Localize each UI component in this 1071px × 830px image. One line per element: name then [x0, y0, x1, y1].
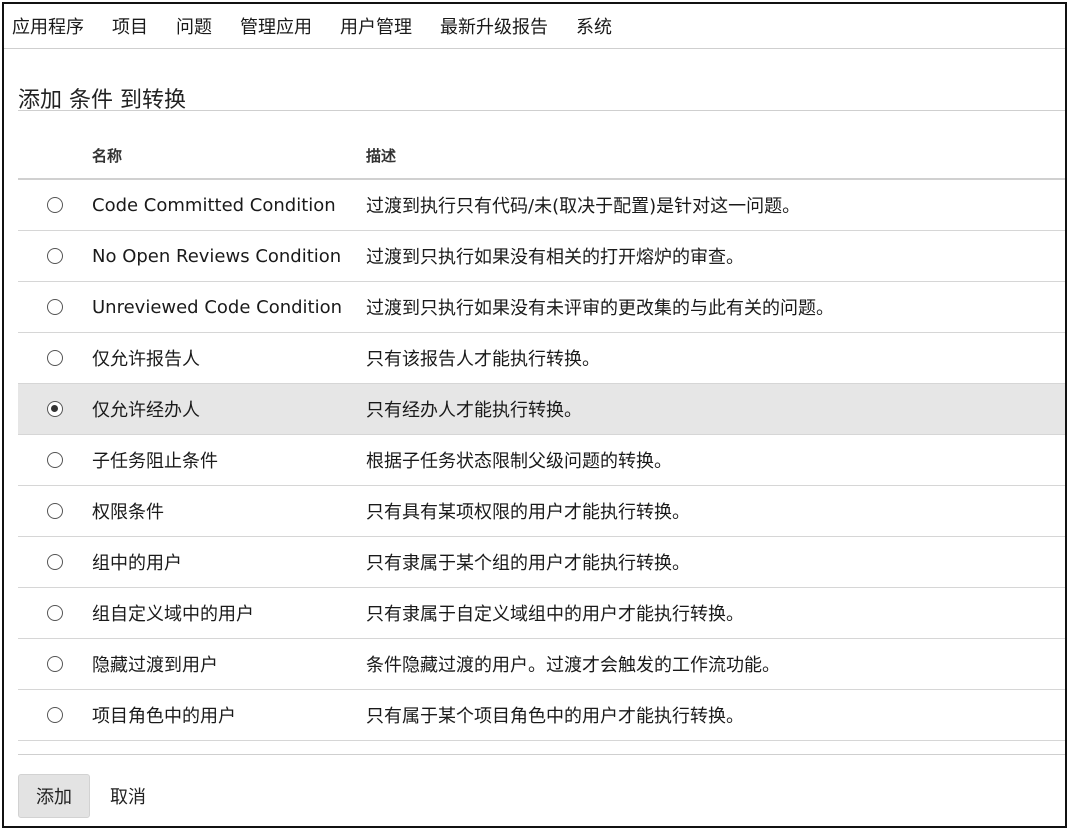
nav-item-manage-apps[interactable]: 管理应用 [240, 13, 312, 39]
condition-radio[interactable] [47, 299, 63, 315]
row-select-cell [18, 299, 92, 315]
table-row[interactable]: Code Committed Condition 过渡到执行只有代码/未(取决于配… [18, 180, 1065, 231]
window-frame: 应用程序 项目 问题 管理应用 用户管理 最新升级报告 系统 添加 条件 到转换… [2, 2, 1067, 828]
condition-name: 权限条件 [92, 502, 164, 523]
table-row[interactable]: 子任务阻止条件 根据子任务状态限制父级问题的转换。 [18, 435, 1065, 486]
form-actions: 添加 取消 [18, 774, 146, 818]
row-select-cell [18, 554, 92, 570]
table-header: 名称 描述 [18, 132, 1065, 180]
nav-item-applications[interactable]: 应用程序 [12, 13, 84, 39]
row-select-cell [18, 401, 92, 417]
condition-radio[interactable] [47, 707, 63, 723]
title-divider [18, 110, 1065, 111]
condition-name: Code Committed Condition [92, 194, 336, 216]
condition-description: 过渡到执行只有代码/未(取决于配置)是针对这一问题。 [366, 196, 801, 217]
condition-description: 过渡到只执行如果没有相关的打开熔炉的审查。 [366, 247, 744, 268]
row-select-cell [18, 503, 92, 519]
table-row[interactable]: 权限条件 只有具有某项权限的用户才能执行转换。 [18, 486, 1065, 537]
table-body: Code Committed Condition 过渡到执行只有代码/未(取决于配… [18, 180, 1065, 741]
condition-name: No Open Reviews Condition [92, 245, 342, 267]
row-select-cell [18, 248, 92, 264]
condition-name: 隐藏过渡到用户 [92, 655, 218, 676]
row-select-cell [18, 656, 92, 672]
nav-item-system[interactable]: 系统 [576, 13, 612, 39]
condition-description: 条件隐藏过渡的用户。过渡才会触发的工作流功能。 [366, 655, 780, 676]
nav-item-user-management[interactable]: 用户管理 [340, 13, 412, 39]
condition-name: 仅允许经办人 [92, 400, 200, 421]
header-description: 描述 [366, 146, 397, 165]
condition-description: 只有隶属于某个组的用户才能执行转换。 [366, 553, 690, 574]
nav-item-issues[interactable]: 问题 [176, 13, 212, 39]
condition-radio[interactable] [47, 197, 63, 213]
conditions-table: 名称 描述 Code Committed Condition 过渡到执行只有代码/… [18, 132, 1065, 741]
condition-name: 项目角色中的用户 [92, 706, 236, 727]
condition-name: Unreviewed Code Condition [92, 296, 343, 318]
condition-description: 只有经办人才能执行转换。 [366, 400, 582, 421]
condition-name: 仅允许报告人 [92, 349, 200, 370]
condition-radio[interactable] [47, 401, 63, 417]
condition-description: 过渡到只执行如果没有未评审的更改集的与此有关的问题。 [366, 298, 834, 319]
condition-description: 只有该报告人才能执行转换。 [366, 349, 600, 370]
table-row[interactable]: No Open Reviews Condition 过渡到只执行如果没有相关的打开… [18, 231, 1065, 282]
condition-radio[interactable] [47, 503, 63, 519]
condition-description: 根据子任务状态限制父级问题的转换。 [366, 451, 672, 472]
row-select-cell [18, 350, 92, 366]
add-button[interactable]: 添加 [18, 774, 90, 818]
table-row[interactable]: 隐藏过渡到用户 条件隐藏过渡的用户。过渡才会触发的工作流功能。 [18, 639, 1065, 690]
condition-name: 组中的用户 [92, 553, 182, 574]
header-name: 名称 [92, 146, 123, 165]
row-select-cell [18, 452, 92, 468]
table-row[interactable]: 仅允许报告人 只有该报告人才能执行转换。 [18, 333, 1065, 384]
table-row[interactable]: 仅允许经办人 只有经办人才能执行转换。 [18, 384, 1065, 435]
cancel-link[interactable]: 取消 [110, 783, 146, 809]
condition-description: 只有隶属于自定义域组中的用户才能执行转换。 [366, 604, 744, 625]
table-row[interactable]: 组自定义域中的用户 只有隶属于自定义域组中的用户才能执行转换。 [18, 588, 1065, 639]
row-select-cell [18, 197, 92, 213]
row-select-cell [18, 707, 92, 723]
row-select-cell [18, 605, 92, 621]
top-navigation: 应用程序 项目 问题 管理应用 用户管理 最新升级报告 系统 [4, 4, 1065, 49]
nav-item-latest-upgrade-report[interactable]: 最新升级报告 [440, 13, 548, 39]
condition-radio[interactable] [47, 248, 63, 264]
condition-description: 只有属于某个项目角色中的用户才能执行转换。 [366, 706, 744, 727]
condition-radio[interactable] [47, 605, 63, 621]
condition-radio[interactable] [47, 554, 63, 570]
table-row[interactable]: 组中的用户 只有隶属于某个组的用户才能执行转换。 [18, 537, 1065, 588]
condition-description: 只有具有某项权限的用户才能执行转换。 [366, 502, 690, 523]
condition-name: 子任务阻止条件 [92, 451, 218, 472]
condition-radio[interactable] [47, 350, 63, 366]
condition-name: 组自定义域中的用户 [92, 604, 254, 625]
table-row[interactable]: 项目角色中的用户 只有属于某个项目角色中的用户才能执行转换。 [18, 690, 1065, 741]
condition-radio[interactable] [47, 656, 63, 672]
table-row[interactable]: Unreviewed Code Condition 过渡到只执行如果没有未评审的更… [18, 282, 1065, 333]
condition-radio[interactable] [47, 452, 63, 468]
nav-item-projects[interactable]: 项目 [112, 13, 148, 39]
actions-divider [18, 754, 1065, 755]
